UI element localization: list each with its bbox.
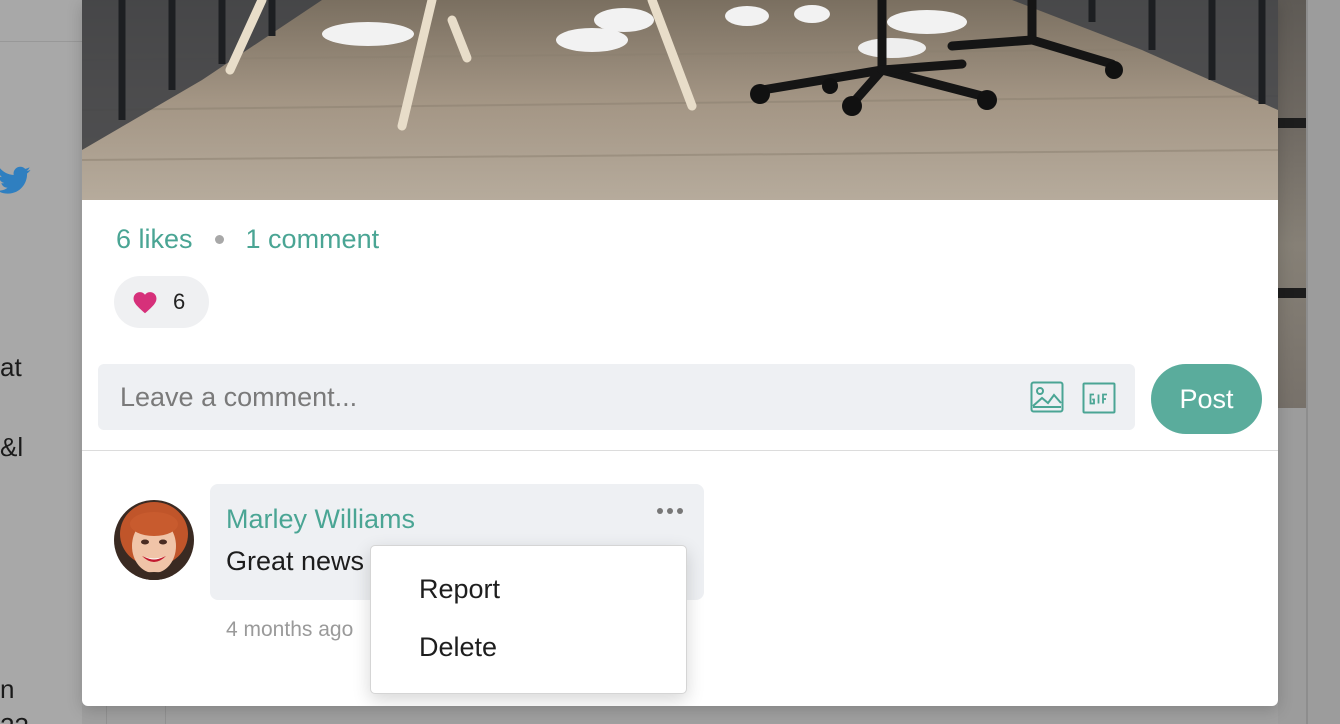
image-icon[interactable] — [1030, 381, 1064, 413]
background-photo — [1278, 0, 1306, 408]
background-photo-detail — [1278, 118, 1306, 128]
comment-options-menu: Report Delete — [370, 545, 687, 694]
comment-input-container — [98, 364, 1135, 430]
background-photo-detail — [1278, 288, 1306, 298]
separator-dot — [214, 234, 224, 244]
comments-link[interactable]: 1 comment — [246, 224, 380, 255]
background-text: at — [0, 352, 22, 382]
background-bottom — [82, 706, 1278, 724]
menu-item-delete[interactable]: Delete — [419, 632, 497, 663]
twitter-icon — [0, 166, 31, 194]
more-options-icon[interactable] — [652, 500, 688, 522]
post-image — [82, 0, 1278, 200]
background-text: 23 — [0, 712, 29, 724]
background-divider — [0, 41, 82, 42]
comment-author[interactable]: Marley Williams — [226, 504, 415, 535]
background-text: n — [0, 674, 15, 704]
background-divider — [1306, 0, 1308, 724]
background-text: &l — [0, 432, 24, 462]
avatar[interactable] — [114, 500, 194, 580]
post-stats: 6 likes 1 comment — [116, 222, 379, 256]
background-bottom-cell — [106, 706, 166, 724]
comment-input[interactable] — [98, 364, 998, 430]
post-comment-button[interactable]: Post — [1151, 364, 1262, 434]
comment-text: Great news — [226, 546, 365, 576]
reaction-count: 6 — [173, 289, 186, 314]
comment-timestamp: 4 months ago — [226, 618, 354, 641]
heart-icon — [133, 292, 157, 314]
gif-icon[interactable] — [1082, 382, 1116, 414]
section-divider — [82, 450, 1278, 451]
post-modal: 6 likes 1 comment 6 Post — [82, 0, 1278, 706]
likes-link[interactable]: 6 likes — [116, 224, 193, 255]
menu-item-report[interactable]: Report — [419, 574, 500, 605]
heart-reaction-button[interactable]: 6 — [114, 276, 209, 328]
